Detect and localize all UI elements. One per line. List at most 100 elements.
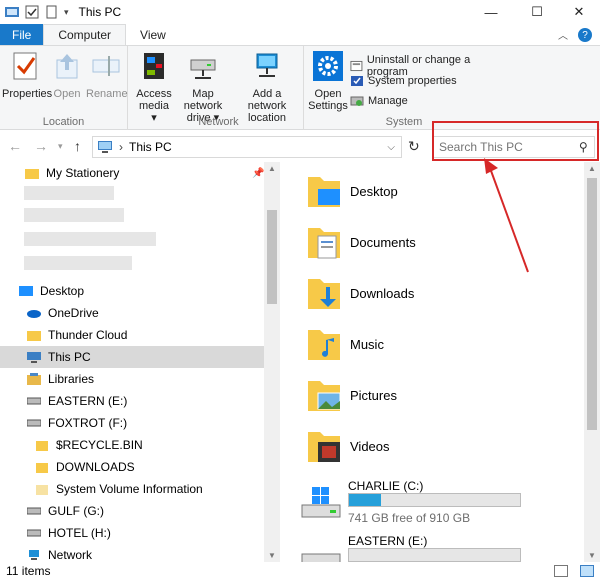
- desktop-icon: [18, 284, 34, 298]
- manage-button[interactable]: Manage: [350, 94, 408, 108]
- nav-label: GULF (G:): [48, 504, 104, 518]
- add-network-location-button[interactable]: Add a network location: [234, 50, 300, 124]
- close-button[interactable]: ✕: [556, 0, 600, 24]
- map-network-drive-button[interactable]: Map network drive ▾: [174, 50, 232, 124]
- quick-access-dropdown-icon[interactable]: ▾: [64, 7, 69, 18]
- nav-item-system-volume-information[interactable]: System Volume Information: [0, 478, 264, 500]
- nav-item-eastern-drive[interactable]: EASTERN (E:): [0, 390, 264, 412]
- nav-item-thunder-cloud[interactable]: Thunder Cloud: [0, 324, 264, 346]
- nav-item-network[interactable]: Network: [0, 544, 264, 562]
- blurred-item: [24, 256, 132, 270]
- folder-pictures[interactable]: Pictures: [304, 371, 584, 419]
- network-drive-icon: [190, 59, 216, 79]
- collapse-ribbon-icon[interactable]: ︿: [558, 24, 568, 45]
- drive-free-space: 741 GB free of 910 GB: [348, 511, 471, 525]
- scroll-down-icon[interactable]: ▼: [584, 551, 600, 560]
- folder-desktop[interactable]: Desktop: [304, 167, 584, 215]
- breadcrumb-this-pc[interactable]: This PC: [129, 140, 172, 154]
- desktop-folder-icon: [308, 177, 340, 207]
- up-arrow-icon[interactable]: ↑: [74, 138, 81, 154]
- drive-eastern[interactable]: EASTERN (E:): [300, 534, 580, 562]
- access-media-button[interactable]: Access media ▾: [136, 50, 172, 124]
- scroll-down-icon[interactable]: ▼: [264, 551, 280, 560]
- tab-view[interactable]: View: [126, 24, 180, 45]
- folder-label: Videos: [350, 438, 390, 454]
- nav-item-downloads[interactable]: DOWNLOADS: [0, 456, 264, 478]
- folder-music[interactable]: Music: [304, 320, 584, 368]
- recent-locations-icon[interactable]: ▾: [58, 141, 63, 152]
- window-title: This PC: [78, 5, 122, 19]
- tab-file[interactable]: File: [0, 24, 44, 45]
- drive-icon: [26, 504, 42, 518]
- nav-item-recycle-bin[interactable]: $RECYCLE.BIN: [0, 434, 264, 456]
- folder-videos[interactable]: Videos: [304, 422, 584, 470]
- blurred-item: [24, 232, 156, 246]
- nav-item-gulf-drive[interactable]: GULF (G:): [0, 500, 264, 522]
- open-settings-label-1: Open: [314, 88, 342, 100]
- scrollbar-thumb[interactable]: [267, 210, 277, 304]
- drive-icon: [26, 394, 42, 408]
- ribbon: Properties Open Rename Location Access m…: [0, 46, 600, 130]
- nav-item-my-stationery[interactable]: My Stationery 📌: [0, 162, 264, 184]
- nav-label: EASTERN (E:): [48, 394, 128, 408]
- maximize-button[interactable]: ☐: [514, 0, 560, 24]
- map-network-label-1: Map network: [183, 88, 223, 112]
- nav-label: FOXTROT (F:): [48, 416, 128, 430]
- nav-label: Thunder Cloud: [48, 328, 128, 342]
- system-properties-button[interactable]: System properties: [350, 74, 457, 88]
- nav-label: System Volume Information: [56, 482, 203, 496]
- drive-label: CHARLIE (C:): [348, 479, 424, 493]
- this-pc-icon: [26, 350, 42, 364]
- address-bar[interactable]: › This PC ⌵: [92, 136, 402, 158]
- open-icon: [56, 54, 78, 79]
- minimize-button[interactable]: —: [468, 0, 514, 24]
- nav-item-libraries[interactable]: Libraries: [0, 368, 264, 390]
- breadcrumb-separator: ›: [119, 140, 123, 154]
- details-view-icon[interactable]: [554, 565, 568, 577]
- address-dropdown-icon[interactable]: ⌵: [387, 142, 395, 153]
- back-arrow-icon[interactable]: ←: [8, 138, 22, 154]
- help-icon[interactable]: ?: [578, 28, 592, 42]
- large-icons-view-icon[interactable]: [580, 565, 594, 577]
- forward-arrow-icon[interactable]: →: [34, 138, 48, 154]
- onedrive-cloud-icon: [26, 306, 42, 320]
- explorer-icon: [5, 7, 19, 17]
- settings-gear-icon: [313, 51, 343, 81]
- folder-icon: [24, 166, 40, 180]
- folder-downloads[interactable]: Downloads: [304, 269, 584, 317]
- navigation-scrollbar[interactable]: ▲ ▼: [264, 162, 280, 562]
- scroll-up-icon[interactable]: ▲: [584, 164, 600, 173]
- manage-label: Manage: [368, 95, 408, 107]
- nav-item-desktop[interactable]: Desktop: [0, 280, 264, 302]
- folder-label: Desktop: [350, 183, 398, 199]
- folder-label: Documents: [350, 234, 416, 250]
- location-group-label: Location: [42, 116, 85, 128]
- documents-folder-icon: [308, 228, 340, 259]
- open-settings-button[interactable]: Open Settings: [308, 50, 348, 112]
- nav-label: Desktop: [40, 284, 85, 298]
- refresh-icon[interactable]: ↻: [408, 138, 420, 155]
- nav-item-hotel-drive[interactable]: HOTEL (H:): [0, 522, 264, 544]
- windows-drive-icon: [301, 487, 341, 518]
- scroll-up-icon[interactable]: ▲: [264, 164, 280, 173]
- nav-label: My Stationery: [46, 166, 120, 180]
- rename-button[interactable]: Rename: [86, 50, 128, 100]
- folder-documents[interactable]: Documents: [304, 218, 584, 266]
- nav-item-onedrive[interactable]: OneDrive: [0, 302, 264, 324]
- status-bar: 11 items: [0, 562, 600, 580]
- content-scrollbar[interactable]: ▲ ▼: [584, 162, 600, 562]
- scrollbar-thumb[interactable]: [587, 178, 597, 430]
- new-folder-quick-icon[interactable]: [44, 4, 60, 20]
- pin-icon[interactable]: 📌: [252, 168, 264, 179]
- folder-icon: [34, 460, 50, 474]
- drive-icon: [301, 553, 341, 562]
- open-button[interactable]: Open: [50, 50, 84, 100]
- properties-quick-icon[interactable]: [24, 4, 40, 20]
- nav-item-this-pc[interactable]: This PC: [0, 346, 264, 368]
- system-properties-label: System properties: [368, 75, 457, 87]
- tab-computer[interactable]: Computer: [43, 24, 127, 45]
- properties-button[interactable]: Properties: [2, 50, 52, 100]
- nav-item-foxtrot-drive[interactable]: FOXTROT (F:): [0, 412, 264, 434]
- uninstall-icon: [350, 60, 363, 72]
- drive-charlie[interactable]: CHARLIE (C:) 741 GB free of 910 GB: [300, 479, 580, 527]
